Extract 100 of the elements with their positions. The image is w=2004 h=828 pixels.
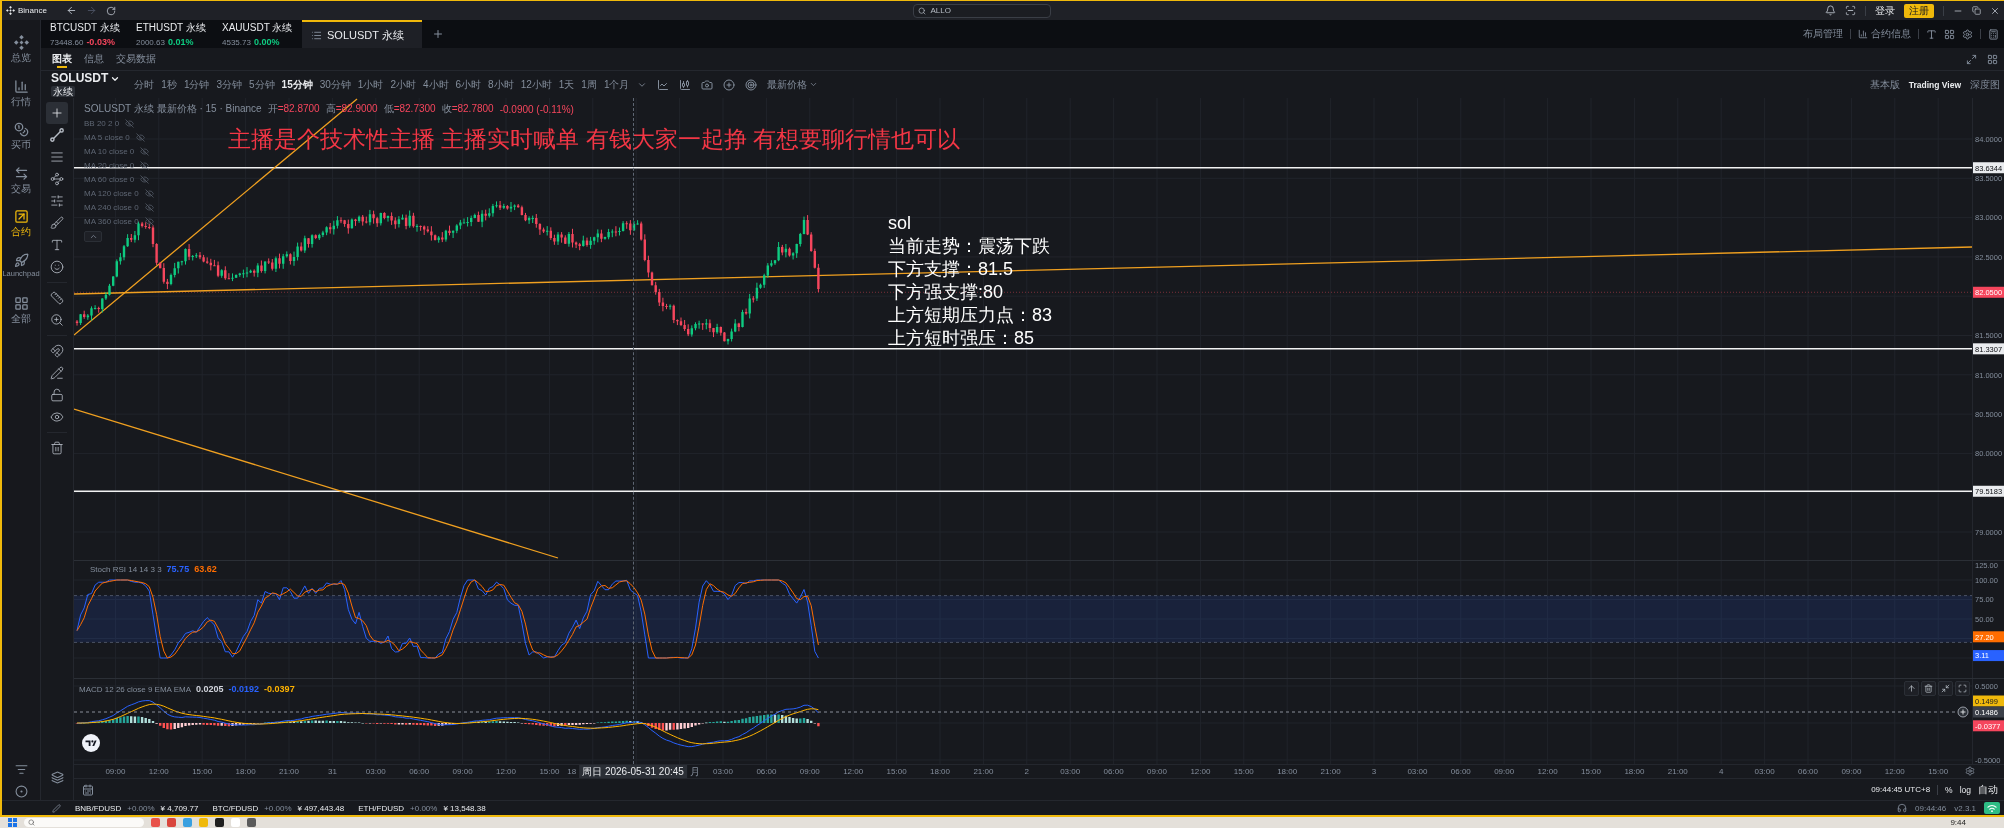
log-toggle[interactable]: log <box>1959 784 1971 795</box>
sidebar-item[interactable]: 总览 <box>2 35 40 79</box>
view-tab[interactable]: 基本版 <box>1869 77 1900 92</box>
add-icon[interactable] <box>1957 706 1969 718</box>
restore-icon[interactable] <box>1972 6 1981 15</box>
time-label: 06:00 <box>1450 767 1471 776</box>
interval-tab[interactable]: 分时 <box>134 77 155 92</box>
interval-tab[interactable]: 2小时 <box>390 77 416 92</box>
interval-tab[interactable]: 30分钟 <box>319 77 351 92</box>
interval-tab[interactable]: 3分钟 <box>216 77 243 92</box>
layers-icon[interactable] <box>50 771 64 784</box>
maximize-button[interactable] <box>1955 681 1970 696</box>
ticker-pair: BTC/FDUSD <box>212 803 259 813</box>
back-icon[interactable] <box>65 5 77 16</box>
bell-icon[interactable] <box>1825 5 1836 16</box>
interval-tab[interactable]: 15分钟 <box>281 77 313 92</box>
delete-button[interactable] <box>1921 681 1936 696</box>
interval-tab[interactable]: 6小时 <box>455 77 482 92</box>
symbol-tab[interactable]: BTCUSDT 永续 73448.60 -0.03% <box>44 20 130 48</box>
register-button[interactable]: 注册 <box>1904 3 1934 18</box>
interval-tab[interactable]: 1周 <box>581 77 597 92</box>
eye-off-icon[interactable] <box>140 160 150 170</box>
add-circle-icon[interactable] <box>723 78 736 91</box>
ohlc-value: 开=82.8700 <box>267 102 320 116</box>
indicator-value: 0.0205 <box>196 684 224 694</box>
line-chart-icon[interactable] <box>657 78 670 91</box>
calculator-icon[interactable] <box>1988 28 1999 40</box>
close-icon[interactable] <box>1990 5 2000 16</box>
interval-tab[interactable]: 8小时 <box>488 77 514 92</box>
sub-tab[interactable]: 图表 <box>52 48 72 70</box>
note-line: 下方强支撑:80 <box>888 281 1005 304</box>
interval-tab[interactable]: 1个月 <box>603 77 630 92</box>
app-name: Binance <box>18 6 47 15</box>
scan-icon[interactable] <box>1845 5 1856 16</box>
filter-icon[interactable] <box>14 763 28 776</box>
ticker-price: ¥ 13,548.38 <box>443 803 486 813</box>
interval-tab[interactable]: 4小时 <box>422 77 449 92</box>
sidebar-item[interactable]: 买币 <box>2 122 40 166</box>
add-tab-icon[interactable] <box>432 28 444 40</box>
view-tab[interactable]: Trading View <box>1908 79 1961 90</box>
diamond-logo-icon <box>13 35 29 50</box>
sub-tab[interactable]: 交易数据 <box>116 48 156 70</box>
time-label: 15:00 <box>539 767 560 776</box>
expand-icon[interactable] <box>1966 53 1977 65</box>
refresh-icon[interactable] <box>105 5 116 16</box>
nodes-icon <box>50 172 64 186</box>
unlock-icon <box>50 388 64 402</box>
camera-icon[interactable] <box>701 78 714 91</box>
time-label: 21:00 <box>279 767 299 776</box>
view-tab[interactable]: 深度图 <box>1970 77 2000 92</box>
time-label: 06:00 <box>1798 767 1818 776</box>
pencil-icon <box>50 366 64 380</box>
time-label: 15:00 <box>886 767 907 776</box>
collapse-button[interactable] <box>84 231 102 242</box>
headset-icon[interactable] <box>1897 803 1908 813</box>
interval-tab[interactable]: 1小时 <box>357 77 384 92</box>
symbol-tab[interactable]: XAUUSDT 永续 4535.73 0.00% <box>216 20 302 48</box>
login-link[interactable]: 登录 <box>1875 3 1895 18</box>
target-icon[interactable] <box>745 78 758 91</box>
interval-tab[interactable]: 1分钟 <box>183 77 210 92</box>
settings-icon[interactable] <box>1965 766 1975 776</box>
candlestick-icon[interactable] <box>679 78 692 91</box>
search-field[interactable] <box>24 818 144 827</box>
text-size-icon[interactable] <box>1926 28 1937 40</box>
brush-icon <box>50 216 64 230</box>
pen-icon[interactable] <box>52 803 61 813</box>
percent-toggle[interactable]: % <box>1945 784 1953 795</box>
interval-tab[interactable]: 1天 <box>558 77 575 92</box>
symbol-selector[interactable]: SOLUSDT <box>51 72 121 85</box>
search-field[interactable]: ALLO <box>913 3 1052 18</box>
auto-toggle[interactable]: 自动 <box>1978 782 1998 797</box>
contract-info-link[interactable]: 合约信息 <box>1858 27 1911 41</box>
settings-icon[interactable] <box>1962 28 1973 40</box>
interval-tab[interactable]: 12小时 <box>520 77 552 92</box>
start-icon[interactable] <box>8 818 17 827</box>
circle-dot-icon[interactable] <box>14 785 28 798</box>
magnet-icon <box>50 344 64 358</box>
layout-link[interactable]: 布局管理 <box>1803 27 1843 41</box>
time-label: 06:00 <box>409 767 430 776</box>
sub-tab[interactable]: 信息 <box>84 48 104 70</box>
ruler-icon <box>50 291 64 305</box>
calendar-range-icon[interactable] <box>82 783 94 796</box>
interval-tab[interactable]: 1秒 <box>161 77 177 92</box>
interval-tab[interactable]: 5分钟 <box>249 77 275 92</box>
drawing-tool-button[interactable] <box>46 102 68 124</box>
ohlc-value: 低=82.7300 <box>383 102 436 116</box>
time-label: 09:00 <box>1841 767 1862 776</box>
price-source-dropdown[interactable]: 最新价格 <box>767 77 819 92</box>
grid-icon[interactable] <box>1944 28 1955 40</box>
grid-icon[interactable] <box>1987 53 1998 65</box>
symbol-tab[interactable]: SOLUSDT 永续 <box>302 20 422 48</box>
sidebar-item[interactable]: 合约 <box>2 209 40 253</box>
symbol-tab[interactable]: ETHUSDT 永续 2000.63 0.01% <box>130 20 216 48</box>
horizontal-lines-icon <box>50 150 64 164</box>
sidebar-item[interactable]: 交易 <box>2 165 40 209</box>
sidebar-item[interactable]: 行情 <box>2 78 40 122</box>
move-up-button[interactable] <box>1904 681 1919 696</box>
time-label: 03:00 <box>365 767 386 776</box>
sidebar-item[interactable]: 全部 <box>2 296 40 340</box>
collapse-pane-button[interactable] <box>1938 681 1953 696</box>
